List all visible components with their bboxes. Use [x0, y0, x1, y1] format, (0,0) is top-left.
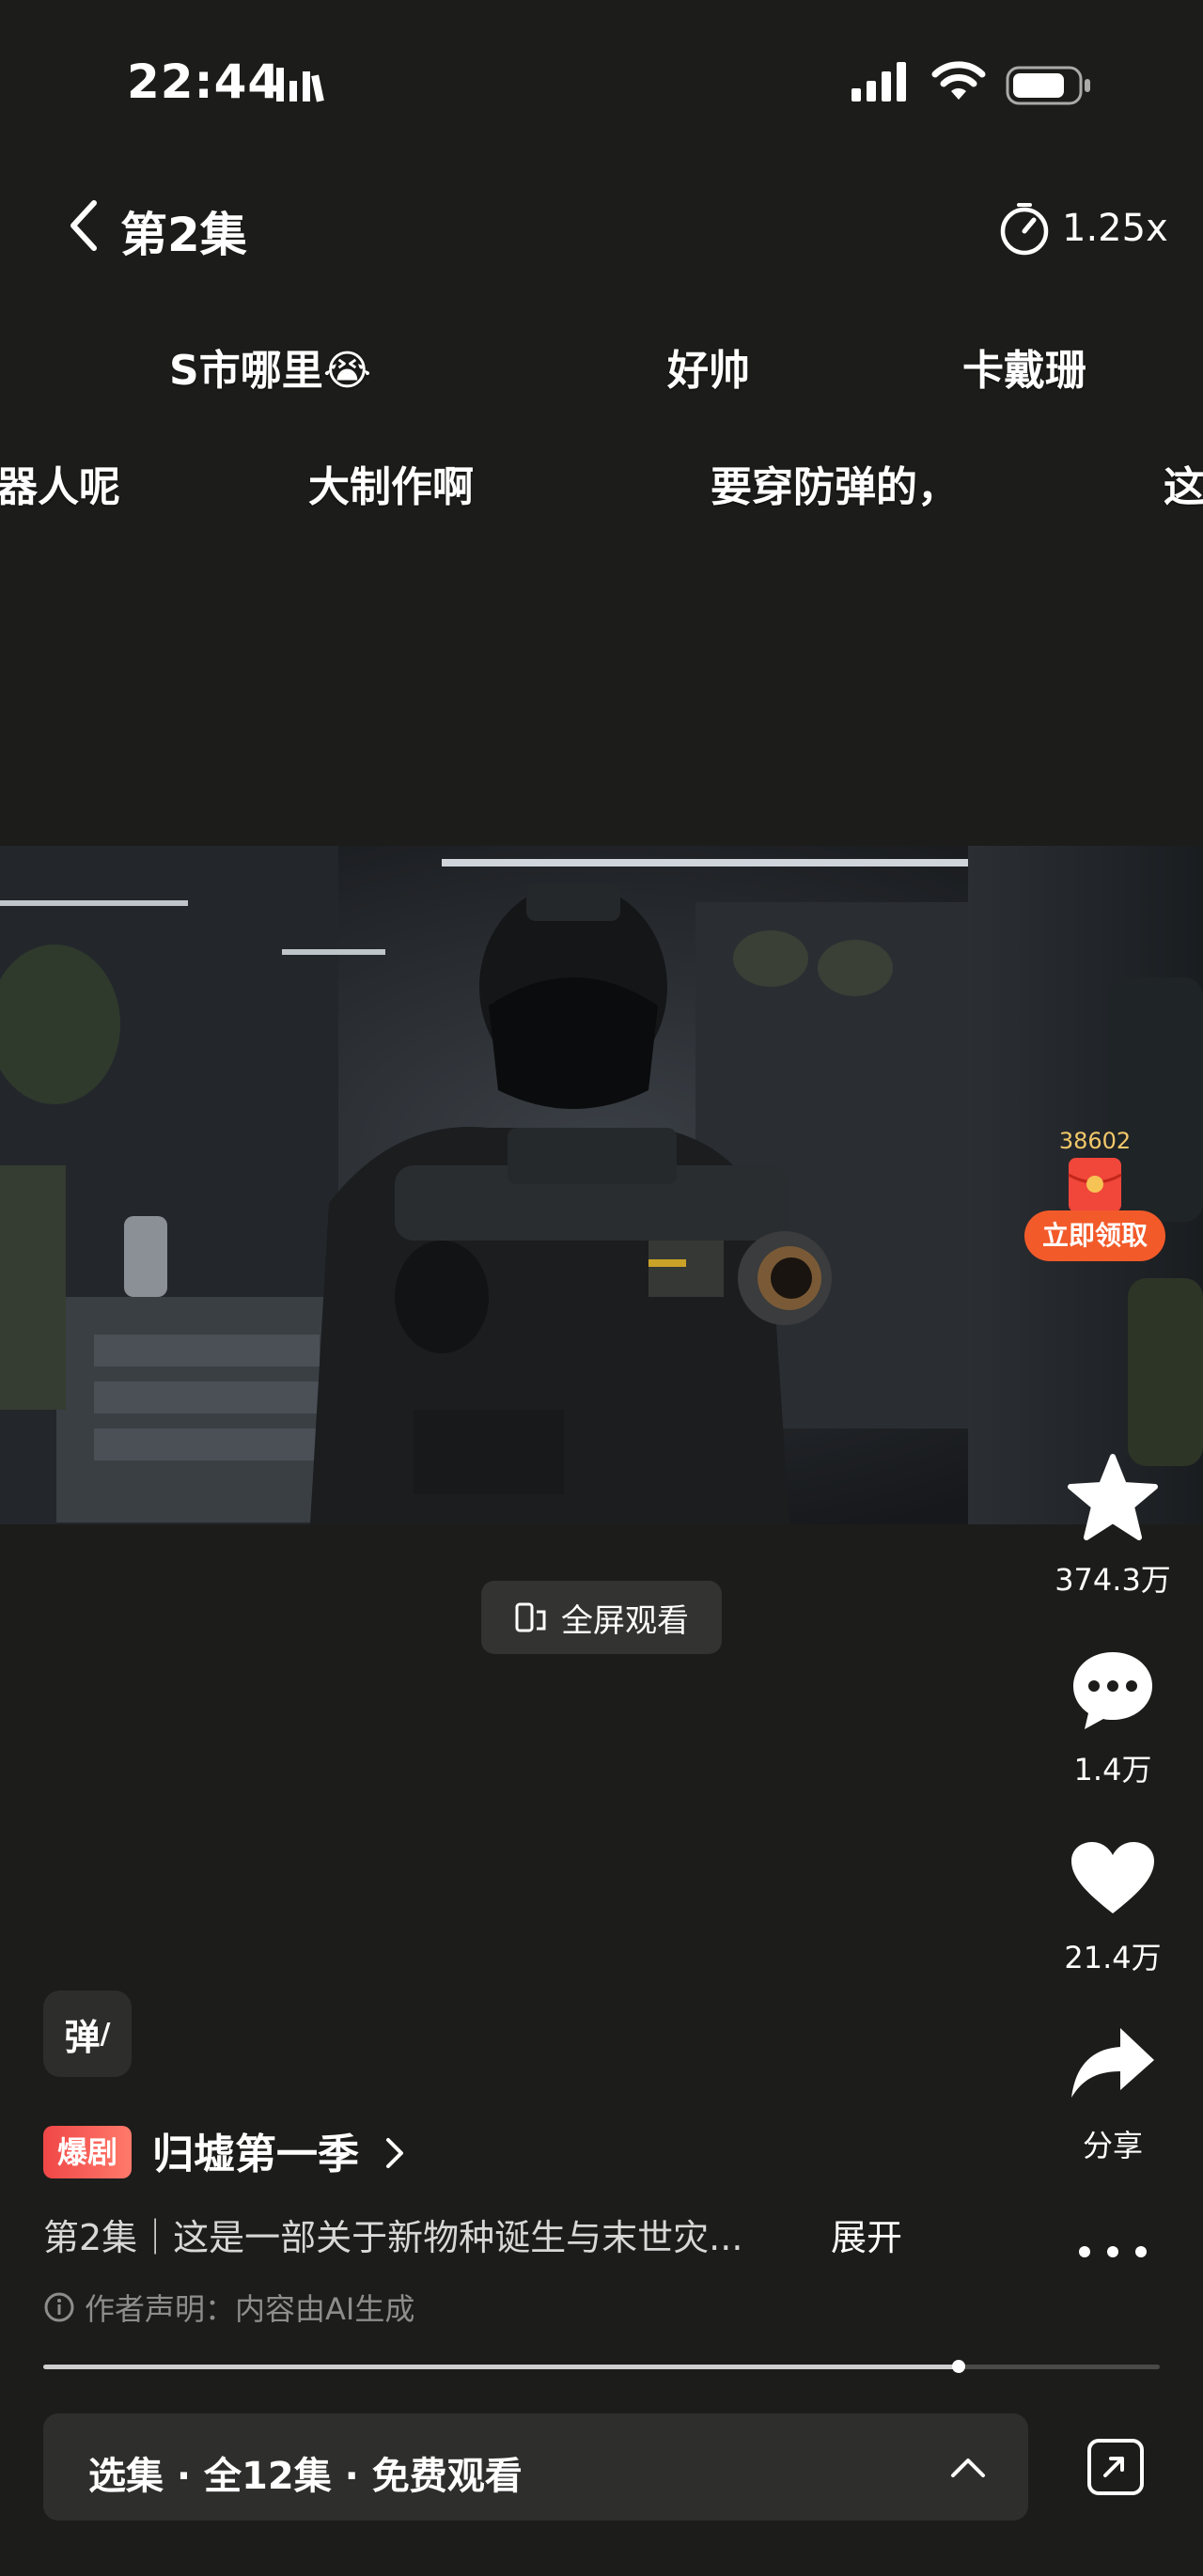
like-count: 21.4万: [1064, 1940, 1162, 1975]
hot-badge: 爆剧: [43, 2126, 132, 2178]
progress-fill: [43, 2365, 960, 2369]
episode-selector-label: 选集 · 全12集 · 免费观看: [88, 2455, 523, 2498]
favorite-count: 374.3万: [1055, 1562, 1171, 1598]
danmaku-toggle-button[interactable]: 弹 /: [43, 1991, 132, 2077]
speed-timer-icon[interactable]: [998, 203, 1051, 256]
pip-icon[interactable]: [1086, 2438, 1145, 2496]
playback-progress-bar[interactable]: [43, 2360, 1160, 2373]
comment-icon[interactable]: [1068, 1647, 1158, 1733]
chevron-up-icon: [951, 2459, 985, 2477]
comment-count: 1.4万: [1073, 1752, 1152, 1788]
activity-icon: [276, 68, 324, 102]
series-title-link[interactable]: 归墟第一季: [152, 2120, 407, 2180]
episode-selector[interactable]: 选集 · 全12集 · 免费观看: [43, 2413, 1028, 2521]
video-frame-image: [0, 846, 1203, 1524]
claim-button[interactable]: 立即领取: [1024, 1210, 1165, 1261]
battery-icon: [1006, 66, 1090, 105]
fullscreen-label: 全屏观看: [561, 1601, 689, 1640]
share-label: 分享: [1082, 2128, 1143, 2163]
progress-knob[interactable]: [952, 2360, 966, 2373]
wifi-icon: [931, 61, 986, 100]
danmaku-comment: 卡戴珊: [962, 347, 1086, 395]
back-chevron-icon[interactable]: [68, 199, 102, 252]
playback-speed[interactable]: 1.25x: [1062, 207, 1168, 250]
series-title: 归墟第一季: [152, 2131, 359, 2178]
more-icon[interactable]: [1077, 2242, 1148, 2261]
danmaku-comment: 这: [1164, 463, 1203, 511]
share-icon[interactable]: [1070, 2024, 1156, 2101]
danmaku-comment: 要穿防弹的，: [711, 463, 959, 511]
heart-icon[interactable]: [1068, 1838, 1158, 1917]
phone-rotate-icon: [515, 1602, 546, 1632]
red-packet-widget[interactable]: 38602 立即领取: [1024, 1109, 1165, 1269]
red-packet-count: 38602: [1058, 1128, 1132, 1154]
danmaku-toggle-label: 弹: [64, 2016, 101, 2058]
danmaku-comment: 器人呢: [0, 463, 120, 511]
info-icon: [44, 2292, 74, 2322]
episode-description: 第2集｜这是一部关于新物种诞生与末世灾...: [43, 2217, 743, 2258]
star-icon[interactable]: [1066, 1453, 1160, 1543]
chevron-right-icon: [386, 2138, 404, 2168]
status-time: 22:44: [127, 55, 282, 109]
ai-notice: 作者声明：内容由AI生成: [43, 2286, 414, 2329]
episode-title[interactable]: 第2集: [120, 197, 247, 265]
video-player[interactable]: [0, 846, 1203, 1524]
expand-button[interactable]: 展开: [831, 2209, 902, 2260]
ai-notice-text: 作者声明：内容由AI生成: [85, 2291, 415, 2327]
fullscreen-button[interactable]: 全屏观看: [481, 1581, 722, 1654]
cellular-signal-icon: [851, 62, 906, 101]
danmaku-comment: 好帅: [667, 347, 750, 395]
danmaku-comment: S市哪里😭: [169, 347, 372, 395]
red-envelope-icon: [1068, 1158, 1122, 1212]
danmaku-comment: 大制作啊: [308, 463, 474, 511]
